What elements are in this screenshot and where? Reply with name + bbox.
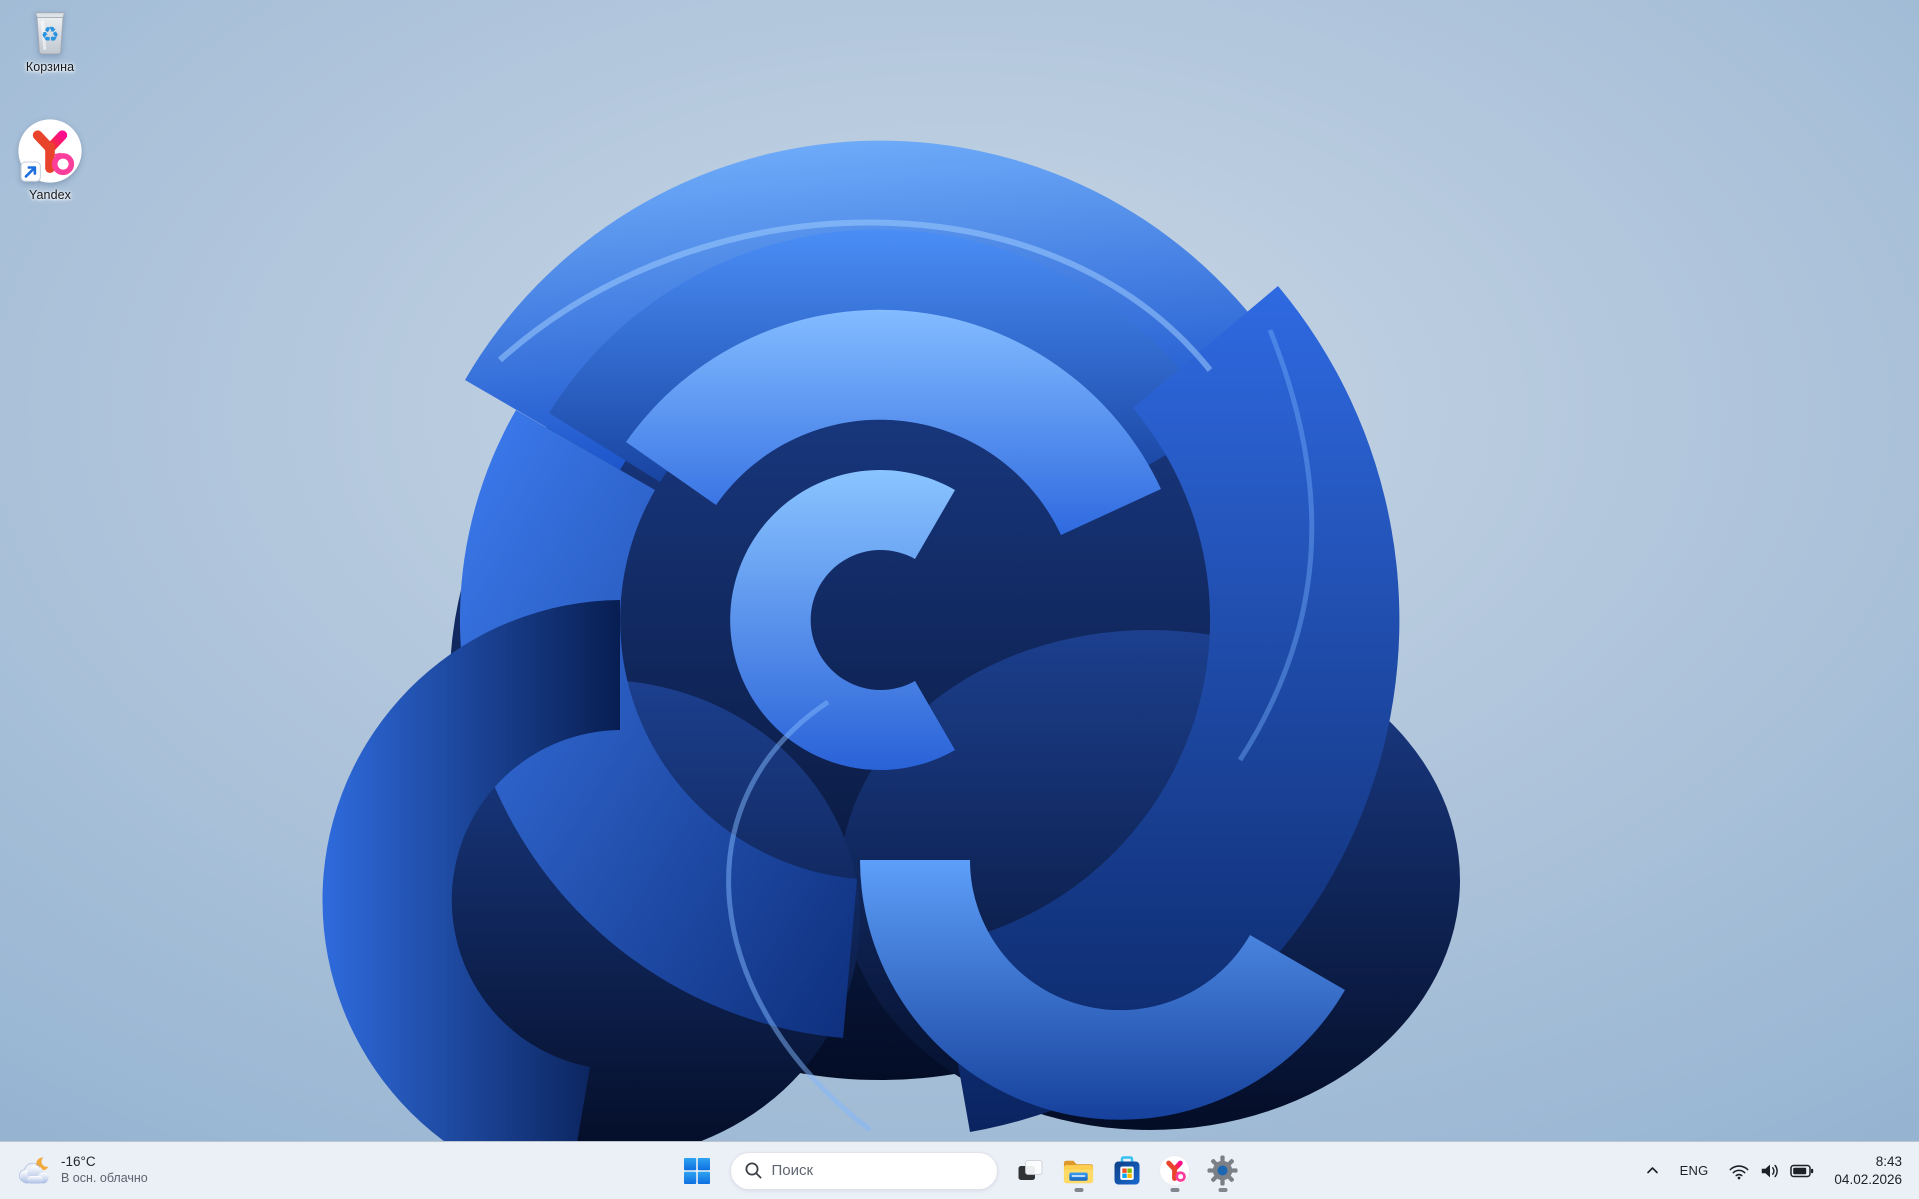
yandex-icon bbox=[18, 119, 82, 183]
gear-icon bbox=[1207, 1155, 1238, 1186]
wifi-icon bbox=[1729, 1164, 1749, 1179]
shortcut-arrow-icon bbox=[20, 161, 41, 182]
tray-date: 04.02.2026 bbox=[1834, 1171, 1902, 1187]
svg-text:♻: ♻ bbox=[41, 22, 60, 46]
system-tray: ENG 8:43 04.02.2026 bbox=[1636, 1146, 1911, 1195]
desktop: ♻ Корзина Yandex -16°C В осн. облачно По… bbox=[0, 0, 1919, 1199]
taskbar-center bbox=[676, 1142, 1244, 1199]
language-label: ENG bbox=[1679, 1163, 1709, 1178]
tray-time: 8:43 bbox=[1875, 1153, 1902, 1169]
search-input[interactable] bbox=[771, 1162, 977, 1179]
store-icon bbox=[1114, 1155, 1139, 1184]
tray-overflow-button[interactable] bbox=[1636, 1149, 1669, 1193]
wallpaper-bloom bbox=[0, 0, 1919, 1141]
quick-settings-button[interactable] bbox=[1719, 1149, 1823, 1193]
search-icon bbox=[745, 1162, 762, 1179]
yandex-icon bbox=[1159, 1155, 1190, 1186]
running-indicator bbox=[1218, 1188, 1227, 1192]
battery-icon bbox=[1790, 1164, 1814, 1177]
language-indicator[interactable]: ENG bbox=[1671, 1149, 1718, 1193]
desktop-icon-label: Корзина bbox=[25, 60, 75, 74]
taskbar-search[interactable] bbox=[729, 1151, 998, 1190]
volume-icon bbox=[1762, 1164, 1779, 1177]
microsoft-store-button[interactable] bbox=[1106, 1148, 1148, 1194]
running-indicator bbox=[1170, 1188, 1179, 1192]
taskbar: -16°C В осн. облачно Поиск ENG 8:43 04.0… bbox=[0, 1141, 1919, 1199]
weather-condition: В осн. облачно bbox=[61, 1171, 148, 1186]
task-view-button[interactable] bbox=[1010, 1148, 1052, 1194]
weather-temperature: -16°C bbox=[61, 1154, 96, 1170]
desktop-icon-yandex[interactable]: Yandex bbox=[8, 118, 92, 202]
recycle-bin-icon: ♻ bbox=[34, 12, 66, 55]
yandex-browser-button[interactable] bbox=[1154, 1148, 1196, 1194]
desktop-icon-recycle-bin[interactable]: ♻ Корзина bbox=[8, 6, 92, 74]
windows-logo-icon bbox=[683, 1157, 710, 1184]
weather-widget[interactable]: -16°C В осн. облачно bbox=[4, 1146, 160, 1195]
chevron-up-icon bbox=[1646, 1167, 1658, 1174]
task-view-icon bbox=[1018, 1160, 1043, 1180]
start-button[interactable] bbox=[676, 1148, 718, 1194]
file-explorer-button[interactable] bbox=[1058, 1148, 1100, 1194]
running-indicator bbox=[1074, 1188, 1083, 1192]
folder-icon bbox=[1063, 1160, 1094, 1183]
settings-button[interactable] bbox=[1202, 1148, 1244, 1194]
clock[interactable]: 8:43 04.02.2026 bbox=[1825, 1149, 1911, 1193]
desktop-icon-label: Yandex bbox=[28, 188, 72, 202]
moon-cloud-icon bbox=[18, 1156, 49, 1183]
